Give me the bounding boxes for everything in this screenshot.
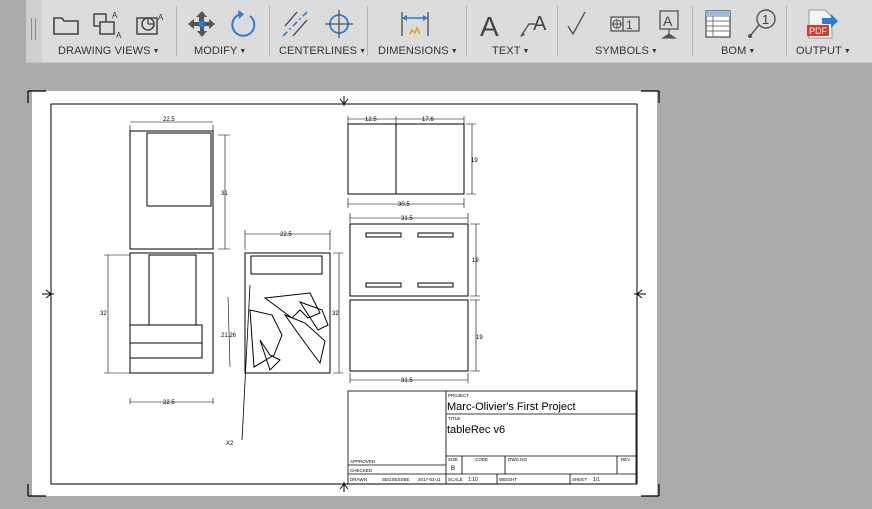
project-name[interactable]: Marc-Olivier's First Project bbox=[447, 401, 576, 413]
approved-label: APPROVED bbox=[350, 459, 376, 464]
dim-iso-diag[interactable]: 21.26 bbox=[221, 333, 237, 339]
side-view-base bbox=[129, 342, 203, 359]
front-view-outline[interactable] bbox=[129, 130, 214, 250]
dim-front-width-bottom[interactable]: 22.5 bbox=[163, 400, 175, 406]
project-label: PROJECT bbox=[448, 393, 469, 398]
size-value: B bbox=[451, 466, 455, 472]
dim-mid-width[interactable]: 31.5 bbox=[401, 216, 413, 222]
size-label: SIZE bbox=[448, 457, 458, 462]
drawn-date: 2017-03-11 bbox=[418, 477, 441, 482]
dim-top-b[interactable]: 17.6 bbox=[422, 117, 434, 123]
mid-view-slot bbox=[365, 282, 402, 288]
dim-bottom-width[interactable]: 31.5 bbox=[401, 378, 413, 384]
sheet-corner-marks bbox=[27, 90, 660, 497]
centering-marks bbox=[42, 96, 646, 492]
mid-view-slot bbox=[417, 232, 454, 238]
dim-iso-height[interactable]: 32 bbox=[332, 311, 339, 317]
iso-view-shapes bbox=[249, 292, 329, 371]
dim-front-height[interactable]: 31 bbox=[221, 191, 228, 197]
rev-label: REV bbox=[621, 457, 630, 462]
dwg-no-label: DWG NO bbox=[508, 457, 527, 462]
leader-note[interactable]: X2 bbox=[226, 441, 234, 447]
side-view-shelf bbox=[129, 324, 203, 344]
scale-value: 1:10 bbox=[468, 477, 478, 483]
drawing-title[interactable]: tableRec v6 bbox=[447, 424, 505, 436]
iso-view-top bbox=[250, 255, 323, 275]
sheet-value: 1/1 bbox=[593, 477, 600, 483]
side-view-outline[interactable] bbox=[129, 252, 214, 374]
scale-label: SCALE bbox=[448, 477, 463, 482]
title-label: TITLE bbox=[448, 416, 460, 421]
mid-view-slot bbox=[417, 282, 454, 288]
bottom-view-outline[interactable] bbox=[349, 299, 469, 372]
dim-side-height[interactable]: 32 bbox=[100, 311, 107, 317]
drawing-canvas: 22.5 31 22.5 32 22.5 32 21.26 X2 12.5 17… bbox=[27, 90, 660, 497]
sheet-label: SHEET bbox=[572, 477, 587, 482]
weight-label: WEIGHT bbox=[499, 477, 517, 482]
top-view-outline[interactable] bbox=[347, 123, 465, 195]
side-view-body bbox=[148, 254, 197, 326]
dim-front-width-top[interactable]: 22.5 bbox=[163, 117, 175, 123]
drawing-border bbox=[50, 103, 638, 485]
dim-mid-height[interactable]: 19 bbox=[472, 258, 479, 264]
dim-bottom-height[interactable]: 19 bbox=[476, 335, 483, 341]
dim-top-a[interactable]: 12.5 bbox=[365, 117, 377, 123]
mid-view-slot bbox=[365, 232, 402, 238]
dim-top-total[interactable]: 30.5 bbox=[398, 202, 410, 208]
code-label: CODE bbox=[475, 457, 488, 462]
drawn-by: SEGSESSBE bbox=[382, 477, 410, 482]
dim-iso-width[interactable]: 22.5 bbox=[280, 232, 292, 238]
dim-top-h[interactable]: 19 bbox=[471, 158, 478, 164]
iso-view-outline[interactable] bbox=[244, 252, 331, 374]
drawn-label: DRAWN bbox=[350, 477, 367, 482]
checked-label: CHECKED bbox=[350, 468, 373, 473]
front-view-inner bbox=[146, 132, 212, 207]
mid-view-outline[interactable] bbox=[349, 223, 469, 297]
